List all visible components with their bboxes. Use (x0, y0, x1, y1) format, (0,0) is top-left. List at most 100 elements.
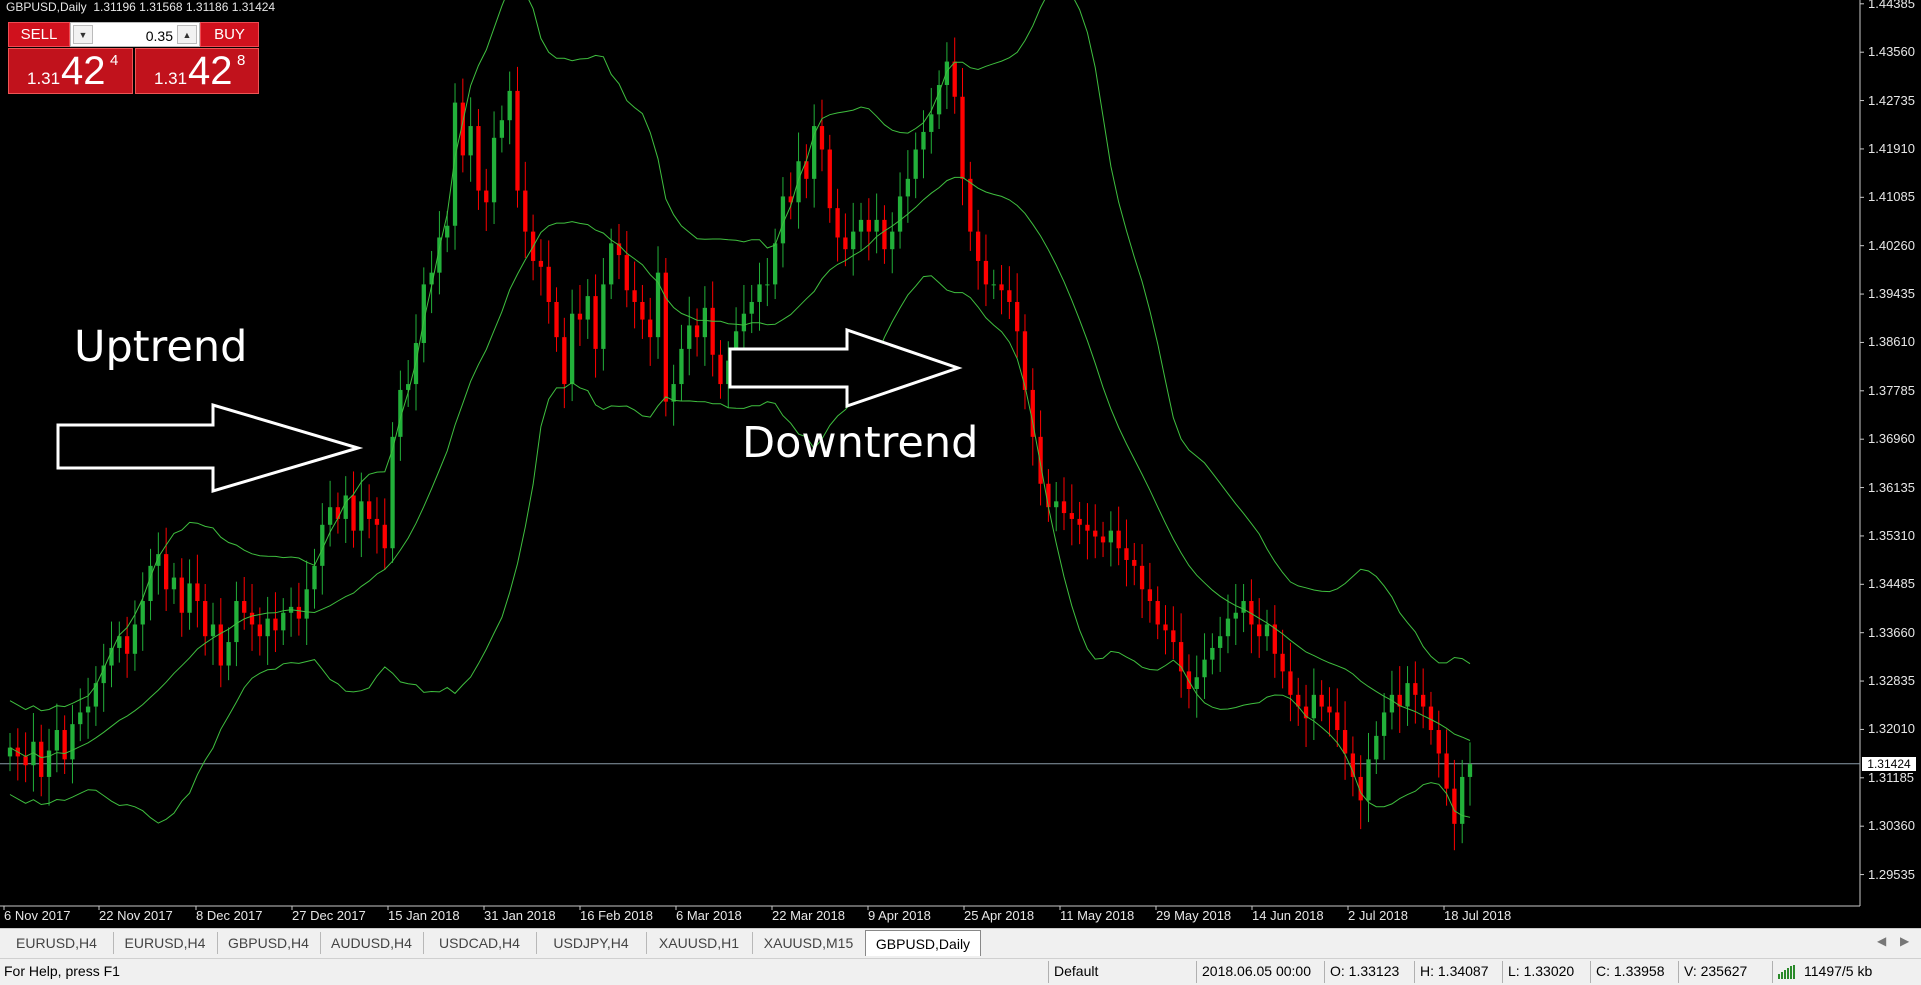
candle-body (585, 296, 590, 320)
status-bar: For Help, press F1 Default 2018.06.05 00… (0, 958, 1921, 985)
candle-body (851, 231, 856, 250)
chart-tab[interactable]: GBPUSD,H4 (217, 932, 321, 954)
chart-tab[interactable]: EURUSD,H4 (113, 932, 218, 954)
candle-body (1436, 730, 1441, 754)
lot-decrease-button[interactable]: ▼ (73, 25, 93, 44)
candle-body (546, 266, 551, 302)
profile-name: Default (1054, 963, 1099, 979)
candle-body (1405, 683, 1410, 707)
candle-body (140, 601, 145, 625)
candle-body (499, 120, 505, 138)
sell-button[interactable]: SELL (8, 22, 70, 47)
chart-tab[interactable]: AUDUSD,H4 (320, 932, 424, 954)
candle-body (187, 583, 192, 613)
price-axis-label: 1.38610 (1868, 334, 1915, 350)
candle-body (687, 325, 692, 349)
candle-body (85, 706, 91, 713)
candle-body (609, 243, 614, 285)
lot-size-input[interactable] (97, 26, 175, 46)
candle-body (1218, 636, 1223, 648)
candle-body (1225, 618, 1231, 637)
chart-tab[interactable]: GBPUSD,Daily (865, 930, 981, 956)
downtrend-arrow-icon (728, 327, 963, 409)
candle-body (476, 126, 481, 191)
buy-price-button[interactable]: 1.31 42 8 (135, 48, 259, 94)
ohlc-readout: 1.31196 1.31568 1.31186 1.31424 (93, 0, 276, 14)
candle-body (952, 61, 957, 97)
candle-body (78, 712, 83, 725)
candle-body (210, 624, 216, 637)
candle-body (1155, 601, 1160, 625)
tab-scroll-right-icon[interactable]: ▶ (1900, 934, 1909, 948)
chart-tab[interactable]: XAUUSD,M15 (752, 932, 866, 954)
candle-body (1132, 559, 1137, 566)
candle-body (835, 208, 840, 238)
candle-body (93, 683, 99, 707)
tab-scroll-left-icon[interactable]: ◀ (1877, 934, 1886, 948)
candle-body (1264, 624, 1270, 637)
candle-body (164, 554, 169, 590)
candle-body (757, 284, 762, 302)
price-axis-label: 1.44385 (1868, 0, 1915, 11)
candle-body (718, 354, 723, 385)
lot-size-box: ▼ ▲ (70, 22, 200, 47)
candle-body (1108, 530, 1114, 543)
candle-body (281, 612, 286, 631)
candle-body (1046, 483, 1051, 508)
candle-body (249, 612, 255, 625)
candle-body (124, 636, 130, 654)
date-axis-label: 6 Mar 2018 (676, 908, 742, 923)
date-axis-label: 29 May 2018 (1156, 908, 1232, 923)
buy-price-fraction: 8 (237, 52, 246, 69)
candle-body (507, 90, 512, 121)
chart-tab[interactable]: XAUUSD,H1 (646, 932, 753, 954)
candle-body (1389, 694, 1395, 713)
buy-price-pips: 42 (188, 49, 233, 93)
price-axis-label: 1.41085 (1868, 189, 1915, 205)
date-axis-label: 9 Apr 2018 (868, 908, 931, 923)
arrow-up-icon: ▲ (182, 29, 192, 40)
chart-tab[interactable]: EURUSD,H4 (0, 932, 114, 954)
date-axis-label: 11 May 2018 (1060, 908, 1135, 923)
price-axis-label: 1.32835 (1868, 673, 1915, 689)
last-price-tag: 1.31424 (1862, 756, 1916, 771)
date-axis-label: 27 Dec 2017 (292, 908, 366, 923)
candle-body (23, 756, 28, 766)
candle-body (1319, 694, 1324, 707)
candle-body (491, 137, 497, 203)
candle-body (905, 178, 911, 197)
candle-body (468, 126, 473, 156)
bar-close: C: 1.33958 (1596, 963, 1665, 979)
candle-body (983, 260, 989, 285)
candle-body (1327, 706, 1332, 713)
candle-body (710, 307, 715, 355)
candle-body (921, 131, 926, 150)
price-axis-label: 1.33660 (1868, 624, 1915, 640)
candle-body (327, 507, 333, 525)
price-axis-label: 1.30360 (1868, 818, 1915, 834)
buy-button[interactable]: BUY (200, 22, 259, 47)
price-axis-label: 1.41910 (1868, 140, 1915, 156)
candle-body (46, 750, 52, 777)
candle-body (265, 618, 270, 637)
candle-body (1093, 530, 1098, 537)
lot-increase-button[interactable]: ▲ (177, 25, 197, 44)
candle-body (1452, 788, 1457, 824)
bar-volume: V: 235627 (1684, 963, 1748, 979)
candle-body (312, 565, 317, 590)
bar-high: H: 1.34087 (1420, 963, 1489, 979)
price-axis-label: 1.36135 (1868, 479, 1915, 495)
buy-price-prefix: 1.31 (154, 69, 188, 88)
price-axis-label: 1.34485 (1868, 576, 1915, 592)
candle-body (975, 231, 981, 261)
help-text: For Help, press F1 (4, 963, 120, 979)
candle-body (1288, 671, 1293, 695)
candle-body (1100, 536, 1106, 543)
chart-area[interactable]: GBPUSD,Daily 1.31196 1.31568 1.31186 1.3… (0, 0, 1921, 928)
chart-tab[interactable]: USDJPY,H4 (536, 932, 647, 954)
chart-tab[interactable]: USDCAD,H4 (423, 932, 537, 954)
candle-body (999, 284, 1004, 291)
sell-price-button[interactable]: 1.31 42 4 (8, 48, 133, 94)
candle-body (929, 114, 934, 132)
candle-body (484, 190, 489, 203)
